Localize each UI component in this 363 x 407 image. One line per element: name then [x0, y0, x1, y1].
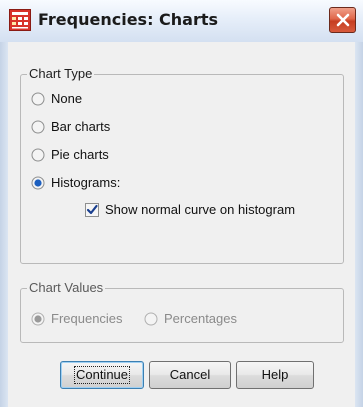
radio-none-icon[interactable]	[31, 92, 45, 106]
radio-bar-charts-icon[interactable]	[31, 120, 45, 134]
chart-type-legend: Chart Type	[27, 66, 95, 82]
radio-frequencies-label[interactable]: Frequencies	[51, 311, 123, 327]
radio-pie-charts-icon[interactable]	[31, 148, 45, 162]
frequencies-charts-dialog: Frequencies: Charts Chart Type None Bar	[0, 0, 363, 407]
window-title: Frequencies: Charts	[38, 10, 219, 29]
window-border-right	[355, 42, 363, 407]
close-icon	[336, 13, 350, 27]
chart-values-group: Chart Values Frequencies Percentages	[20, 280, 344, 343]
radio-bar-charts-label[interactable]: Bar charts	[51, 119, 110, 135]
checkmark-icon[interactable]	[85, 203, 99, 217]
title-bar[interactable]: Frequencies: Charts	[0, 0, 363, 43]
close-button[interactable]	[329, 7, 356, 33]
radio-histograms-icon[interactable]	[31, 176, 45, 190]
continue-button-label: Continue	[73, 366, 131, 384]
radio-histograms-label[interactable]: Histograms:	[51, 175, 120, 191]
cancel-button[interactable]: Cancel	[149, 361, 231, 389]
dialog-body: Chart Type None Bar charts Pie charts Hi…	[8, 42, 355, 407]
chart-values-legend: Chart Values	[27, 280, 106, 296]
window-border-left	[0, 42, 8, 407]
radio-percentages-icon[interactable]	[144, 312, 158, 326]
spss-table-icon	[9, 9, 31, 31]
chart-type-group: Chart Type None Bar charts Pie charts Hi…	[20, 66, 344, 264]
radio-none-label[interactable]: None	[51, 91, 82, 107]
continue-button[interactable]: Continue	[60, 361, 144, 389]
normal-curve-label[interactable]: Show normal curve on histogram	[105, 202, 295, 218]
radio-percentages-label[interactable]: Percentages	[164, 311, 237, 327]
radio-frequencies-icon[interactable]	[31, 312, 45, 326]
radio-pie-charts-label[interactable]: Pie charts	[51, 147, 109, 163]
help-button[interactable]: Help	[236, 361, 314, 389]
